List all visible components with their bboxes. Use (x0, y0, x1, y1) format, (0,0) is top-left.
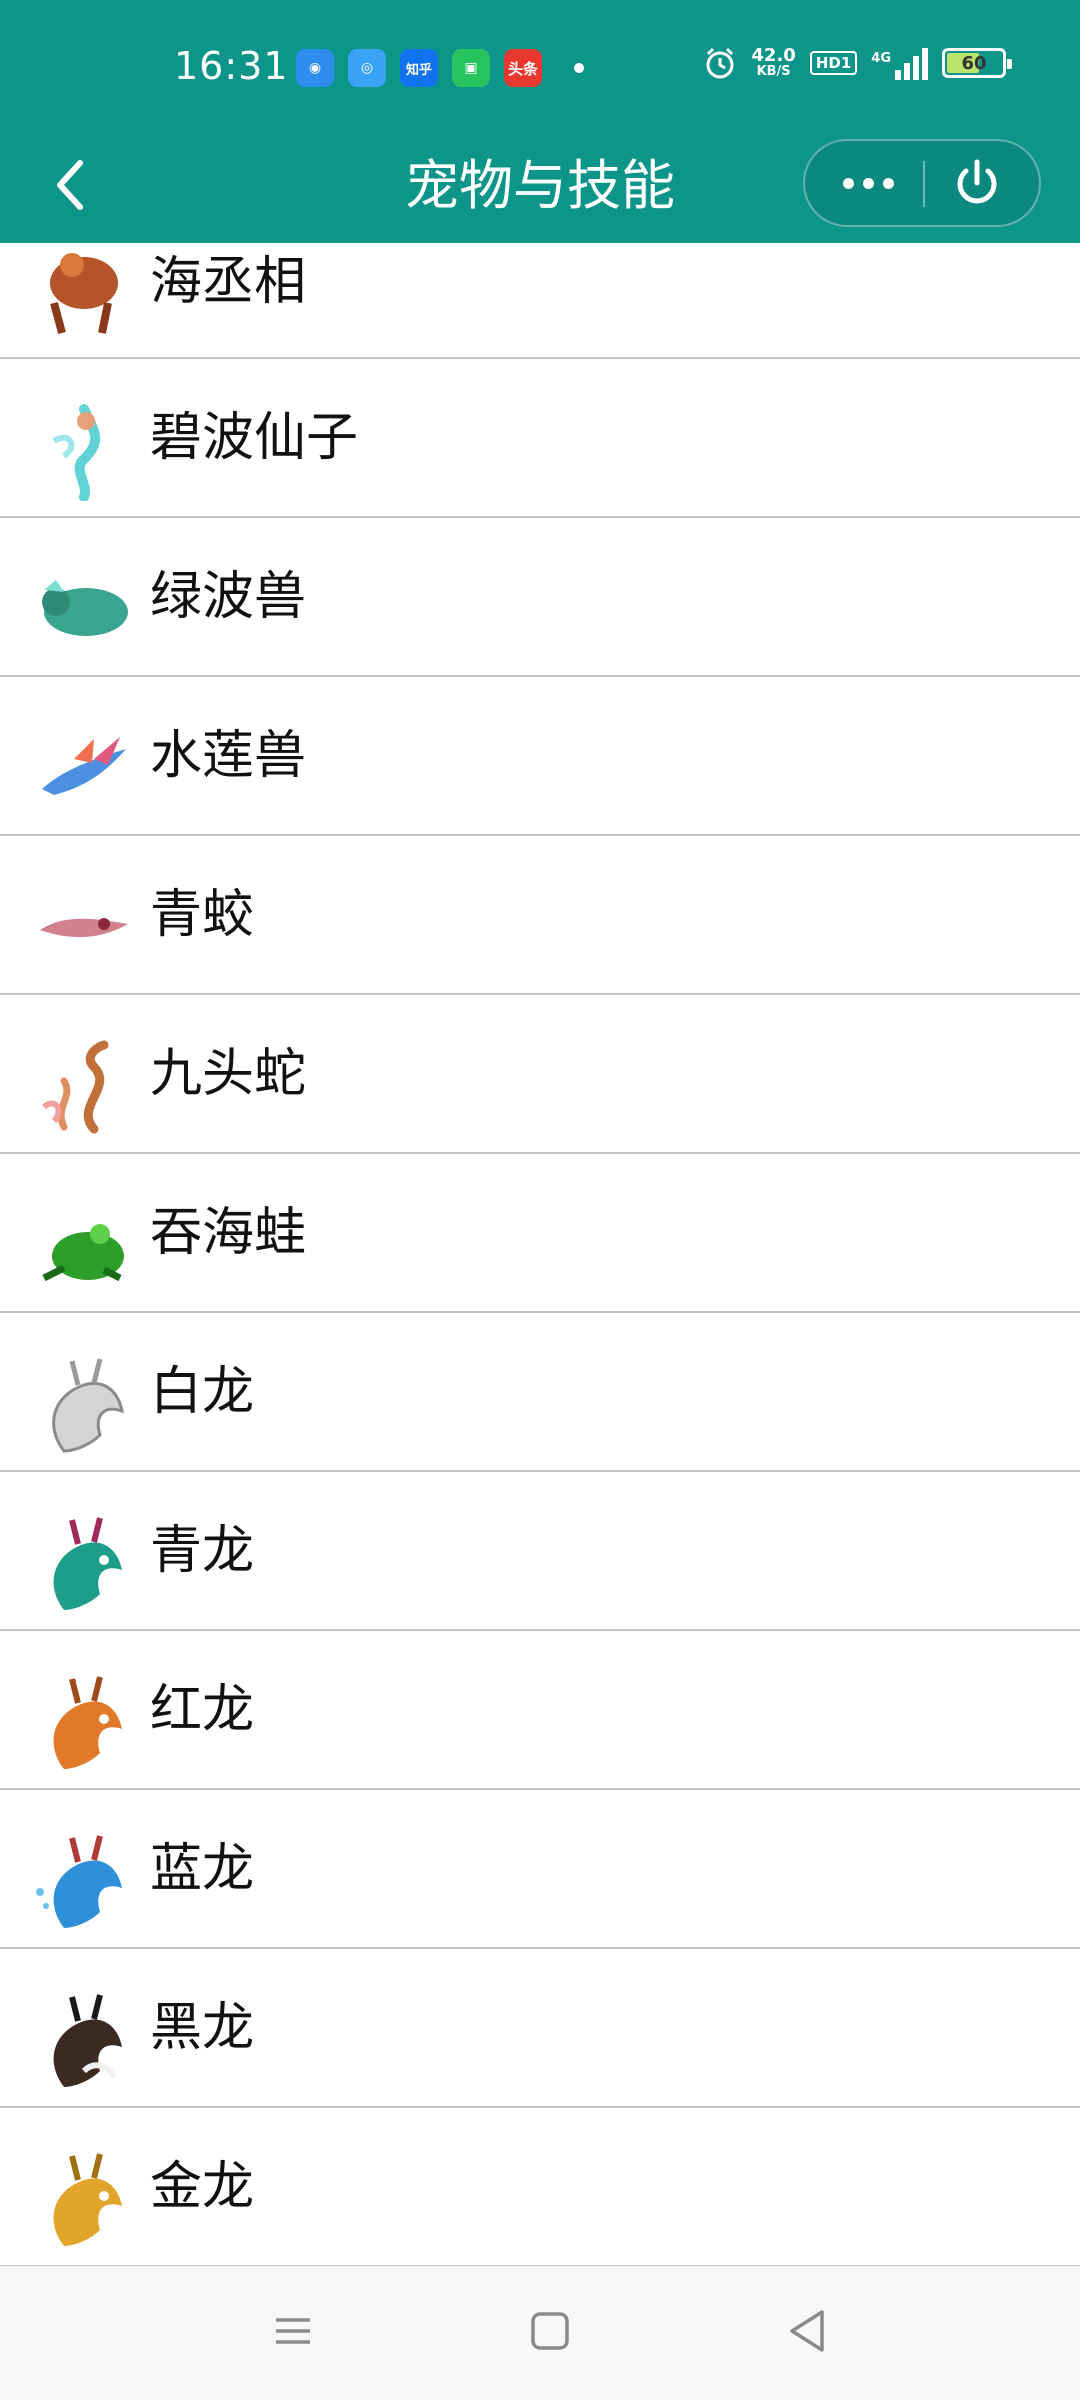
back-triangle-icon[interactable] (772, 2296, 842, 2366)
battery-level: 60 (961, 52, 987, 74)
pet-name: 白龙 (150, 1362, 255, 1422)
pet-name: 绿波兽 (150, 567, 307, 627)
more-dots-icon[interactable] (833, 141, 903, 225)
pet-row[interactable]: 黑龙 (0, 1949, 1080, 2108)
pet-name: 金龙 (150, 2157, 255, 2217)
pet-row[interactable]: 青蛟 (0, 836, 1080, 995)
cellular-signal: 4G (871, 46, 928, 80)
battery-icon: 60 (942, 48, 1012, 78)
wechat-app-icon: ▣ (452, 49, 490, 87)
dingtalk-app-icon: ◉ (296, 49, 334, 87)
pet-row[interactable]: 青龙 (0, 1472, 1080, 1631)
pet-name: 吞海蛙 (150, 1203, 307, 1263)
pet-name: 青龙 (150, 1521, 255, 1581)
pet-row[interactable]: 碧波仙子 (0, 359, 1080, 518)
pet-row[interactable]: 吞海蛙 (0, 1154, 1080, 1313)
network-speed-value: 42.0 (751, 45, 796, 66)
navigation-header: 宠物与技能 (0, 135, 1080, 243)
pet-row[interactable]: 海丞相 (0, 243, 1080, 359)
pet-avatar-icon (53, 1676, 122, 1769)
power-icon[interactable] (947, 153, 1007, 213)
pet-avatar-icon (53, 2153, 122, 2246)
pet-row[interactable]: 绿波兽 (0, 518, 1080, 677)
signal-bars-icon (895, 46, 928, 80)
pet-name: 蓝龙 (150, 1839, 255, 1899)
pet-row[interactable]: 白龙 (0, 1313, 1080, 1472)
pet-avatar-icon (42, 1040, 109, 1134)
pet-row[interactable]: 蓝龙 (0, 1790, 1080, 1949)
pet-avatar-icon (53, 1517, 122, 1610)
status-time: 16:31 (174, 44, 289, 88)
pet-avatar-icon (36, 1835, 122, 1928)
pet-list: 海丞相 碧波仙子 绿波兽 水莲兽 青蛟 九头蛇 吞海蛙 白龙 青龙 红龙 蓝龙 … (0, 243, 1080, 2267)
notification-icons: ◉ ◎ 知乎 ▣ 头条 (296, 49, 584, 87)
status-right-group: 42.0 KB/S HD1 4G 60 (703, 46, 1012, 80)
pet-avatar-icon (53, 1994, 122, 2087)
pet-name: 青蛟 (150, 885, 255, 945)
pet-avatar-icon (42, 580, 128, 636)
capsule-divider (923, 161, 925, 207)
browser-app-icon: ◎ (348, 49, 386, 87)
home-square-icon[interactable] (515, 2296, 585, 2366)
pet-row[interactable]: 九头蛇 (0, 995, 1080, 1154)
status-bar: 16:31 ◉ ◎ 知乎 ▣ 头条 42.0 KB/S HD1 4G 60 (0, 0, 1080, 135)
pet-row[interactable]: 水莲兽 (0, 677, 1080, 836)
pet-name: 九头蛇 (150, 1044, 307, 1104)
menu-icon[interactable] (258, 2296, 328, 2366)
pet-avatar-icon (50, 253, 118, 335)
system-navigation-bar (0, 2266, 1080, 2400)
zhihu-app-icon: 知乎 (400, 49, 438, 87)
pet-avatar-icon (42, 1224, 124, 1282)
network-speed: 42.0 KB/S (751, 47, 795, 79)
pet-row[interactable]: 金龙 (0, 2108, 1080, 2267)
pet-name: 红龙 (150, 1680, 255, 1740)
network-type-label: 4G (871, 51, 891, 66)
pet-name: 黑龙 (150, 1998, 255, 2058)
pet-avatar-icon (42, 737, 126, 795)
pet-name: 海丞相 (150, 252, 307, 312)
mini-program-capsule (803, 139, 1041, 227)
pet-name: 水莲兽 (150, 726, 307, 786)
network-speed-unit: KB/S (756, 64, 791, 79)
alarm-icon (706, 47, 734, 79)
pet-row[interactable]: 红龙 (0, 1631, 1080, 1790)
app-header-background: 16:31 ◉ ◎ 知乎 ▣ 头条 42.0 KB/S HD1 4G 60 宠物… (0, 0, 1080, 243)
pet-name: 碧波仙子 (150, 408, 359, 468)
pet-avatar-icon (52, 404, 101, 501)
hd-badge: HD1 (809, 51, 858, 75)
pet-avatar-icon (40, 918, 128, 938)
toutiao-app-icon: 头条 (504, 49, 542, 87)
more-notifications-dot (574, 63, 584, 73)
pet-avatar-icon (52, 1358, 124, 1453)
